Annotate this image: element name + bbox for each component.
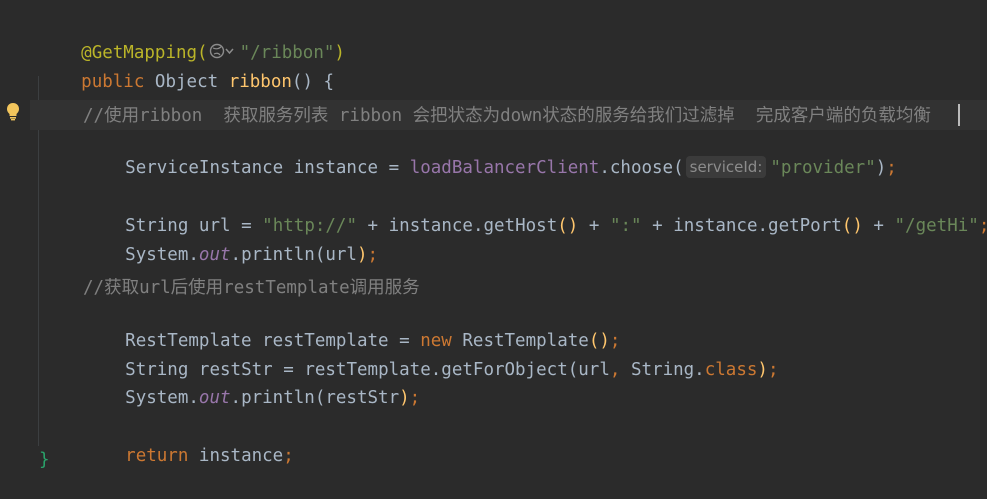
lightbulb-icon[interactable] (4, 101, 22, 121)
code-line-getforobject[interactable]: String restStr = restTemplate.getForObje… (83, 334, 778, 380)
println-call: .println( (230, 245, 326, 265)
editor-gutter[interactable] (0, 0, 30, 499)
code-line-resttemplate[interactable]: RestTemplate restTemplate = new RestTemp… (83, 305, 620, 351)
close-paren: ) (757, 360, 768, 380)
gethi-string: "/getHi" (894, 216, 979, 236)
instance-ref: instance (673, 216, 758, 236)
parens: () (557, 216, 579, 236)
method-name: ribbon (228, 72, 292, 92)
text-caret (958, 104, 960, 126)
code-line-return[interactable]: return instance; (83, 420, 294, 466)
code-comment-2: //获取url后使用restTemplate调用服务 (83, 278, 420, 298)
annotation-close-paren: ) (334, 43, 345, 63)
close-paren-semi: ); (875, 158, 897, 178)
semicolon: ; (367, 245, 379, 265)
close-paren: ) (399, 388, 410, 408)
plus-op: + (588, 216, 600, 236)
dot: . (188, 245, 199, 265)
arg-url: url (325, 245, 357, 265)
system-class: System (125, 245, 189, 265)
code-comment-1: //使用ribbon 获取服务列表 ribbon 会把状态为down状态的服务给… (83, 106, 931, 126)
code-line-annotation[interactable]: @GetMapping("/ribbon") (39, 17, 345, 63)
var-instance: instance (293, 158, 379, 178)
semicolon: ; (979, 216, 987, 236)
field-loadbalancerclient: loadBalancerClient (409, 158, 600, 178)
code-line-choose[interactable]: ServiceInstance instance = loadBalancerC… (83, 132, 897, 178)
code-line-close-brace[interactable]: } (39, 448, 50, 472)
instance-ref: instance (388, 216, 473, 236)
semicolon: ; (409, 388, 421, 408)
get-port-call: .getPort (757, 216, 842, 236)
arg-reststr: restStr (325, 388, 400, 408)
parens: () (841, 216, 863, 236)
keyword-return: return (125, 446, 189, 466)
method-sig-rest: () { (291, 72, 335, 92)
provider-string: "provider" (770, 158, 876, 178)
plus-op: + (652, 216, 663, 236)
code-line-println-reststr[interactable]: System.out.println(restStr); (83, 362, 420, 408)
system-class: System (125, 388, 189, 408)
type-serviceinstance: ServiceInstance (125, 158, 284, 178)
close-paren: ) (356, 245, 368, 265)
semicolon: ; (283, 446, 294, 466)
code-line-method-signature[interactable]: public Object ribbon() { (39, 46, 334, 92)
plus-op: + (873, 216, 884, 236)
string-class-ref: String. (630, 360, 705, 380)
code-editor[interactable]: @GetMapping("/ribbon") public Object rib… (0, 0, 987, 499)
code-line-println-url[interactable]: System.out.println(url); (83, 219, 378, 265)
assign-op: = (388, 158, 400, 178)
field-out: out (198, 388, 231, 408)
code-line-url[interactable]: String url = "http://" + instance.getHos… (83, 190, 987, 236)
return-instance: instance (198, 446, 284, 466)
keyword-class: class (704, 360, 758, 380)
choose-call: .choose( (599, 158, 684, 178)
inlay-hint-serviceid: serviceId: (685, 156, 767, 178)
indent-guide (38, 76, 39, 446)
dot: . (188, 388, 199, 408)
type-object: Object (154, 72, 219, 92)
field-out: out (198, 245, 231, 265)
semicolon: ; (767, 360, 779, 380)
comma: , (609, 360, 621, 380)
println-call: .println( (230, 388, 326, 408)
arg-url: url (578, 360, 610, 380)
keyword-public: public (81, 72, 145, 92)
get-host-call: .getHost (472, 216, 558, 236)
colon-string: ":" (609, 216, 642, 236)
